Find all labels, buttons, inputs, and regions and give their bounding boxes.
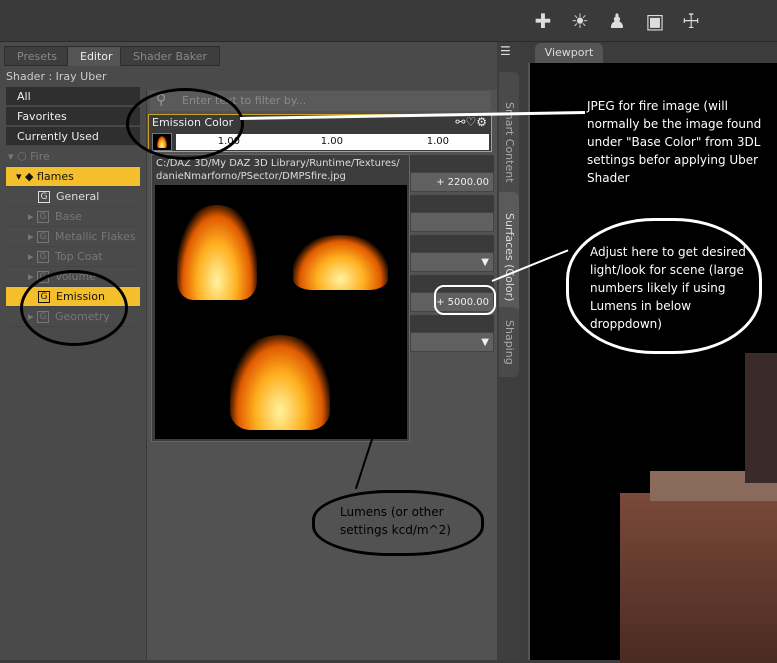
building-tower bbox=[745, 353, 777, 483]
lumens-annotation: Lumens (or other settings kcd/m^2) bbox=[340, 505, 451, 537]
main-toolbar: ✚ ☀ ♟ ▣ ☩ bbox=[0, 0, 777, 42]
group-icon: G bbox=[37, 251, 50, 263]
adjust-annotation: Adjust here to get desired light/look fo… bbox=[590, 245, 746, 331]
jpeg-annotation: JPEG for fire image (will normally be th… bbox=[587, 99, 762, 185]
expand-arrow-icon[interactable]: ▾ bbox=[16, 170, 22, 183]
tree-item-flames[interactable]: ▾ ◆ flames bbox=[6, 167, 140, 187]
emission-g-value[interactable]: 1.00 bbox=[279, 134, 343, 150]
tab-presets[interactable]: Presets bbox=[4, 46, 71, 66]
tab-surfaces[interactable]: Surfaces (Color) bbox=[499, 192, 519, 322]
fire-texture-image bbox=[155, 185, 407, 439]
mode-dropdown[interactable]: ▼ bbox=[410, 252, 494, 272]
tree-item-metallic-flakes[interactable]: ▸ G Metallic Flakes bbox=[6, 227, 140, 247]
group-icon: G bbox=[38, 191, 50, 203]
building-render bbox=[620, 493, 777, 663]
tree-item-base[interactable]: ▸ G Base bbox=[6, 207, 140, 227]
emission-b-value[interactable]: 1.00 bbox=[385, 134, 449, 150]
group-icon: G bbox=[37, 231, 50, 243]
new-light-icon[interactable]: ✚ bbox=[530, 8, 556, 34]
expand-arrow-icon[interactable]: ▾ bbox=[8, 150, 14, 163]
annotation-circle bbox=[434, 285, 496, 315]
figure-icon: ⬡ bbox=[17, 150, 27, 163]
side-tabs: ☰ Smart Content Surfaces (Color) Shaping bbox=[497, 42, 521, 660]
tab-viewport[interactable]: Viewport bbox=[535, 43, 603, 63]
luminance-units-dropdown[interactable]: ▼ bbox=[410, 332, 494, 352]
property-header bbox=[410, 315, 494, 333]
category-all[interactable]: All bbox=[6, 87, 140, 106]
link-favorite-settings-icons[interactable]: ⚯♡⚙ bbox=[455, 115, 487, 129]
tab-smart-content[interactable]: Smart Content bbox=[499, 72, 519, 212]
transfer-figure-icon[interactable]: ♟ bbox=[604, 8, 630, 34]
property-header bbox=[410, 155, 494, 173]
tab-shader-baker[interactable]: Shader Baker bbox=[120, 46, 221, 66]
temperature-field[interactable]: + 2200.00 bbox=[410, 172, 494, 192]
group-icon: G bbox=[37, 211, 50, 223]
tab-shaping[interactable]: Shaping bbox=[499, 307, 519, 377]
property-header bbox=[410, 195, 494, 213]
tab-editor[interactable]: Editor bbox=[67, 46, 126, 66]
annotation-circle bbox=[126, 88, 244, 160]
prop-icon: ◆ bbox=[25, 170, 34, 183]
category-favorites[interactable]: Favorites bbox=[6, 107, 140, 126]
annotation-circle bbox=[20, 270, 128, 346]
texture-preview-popup: C:/DAZ 3D/My DAZ 3D Library/Runtime/Text… bbox=[151, 154, 410, 442]
save-shader-icon[interactable]: ▣ bbox=[642, 8, 668, 34]
tree-item-general[interactable]: G General bbox=[6, 187, 140, 207]
pane-menu-icon[interactable]: ☰ bbox=[500, 44, 511, 58]
environment-icon[interactable]: ☀ bbox=[567, 8, 593, 34]
property-header bbox=[410, 235, 494, 253]
save-figure-icon[interactable]: ☩ bbox=[678, 8, 704, 34]
tree-item-fire[interactable]: ▾ ⬡ Fire bbox=[6, 147, 140, 167]
category-currently-used[interactable]: Currently Used bbox=[6, 127, 140, 146]
shader-label: Shader : Iray Uber bbox=[6, 70, 107, 83]
tree-item-top-coat[interactable]: ▸ G Top Coat bbox=[6, 247, 140, 267]
tint-field[interactable] bbox=[410, 212, 494, 232]
